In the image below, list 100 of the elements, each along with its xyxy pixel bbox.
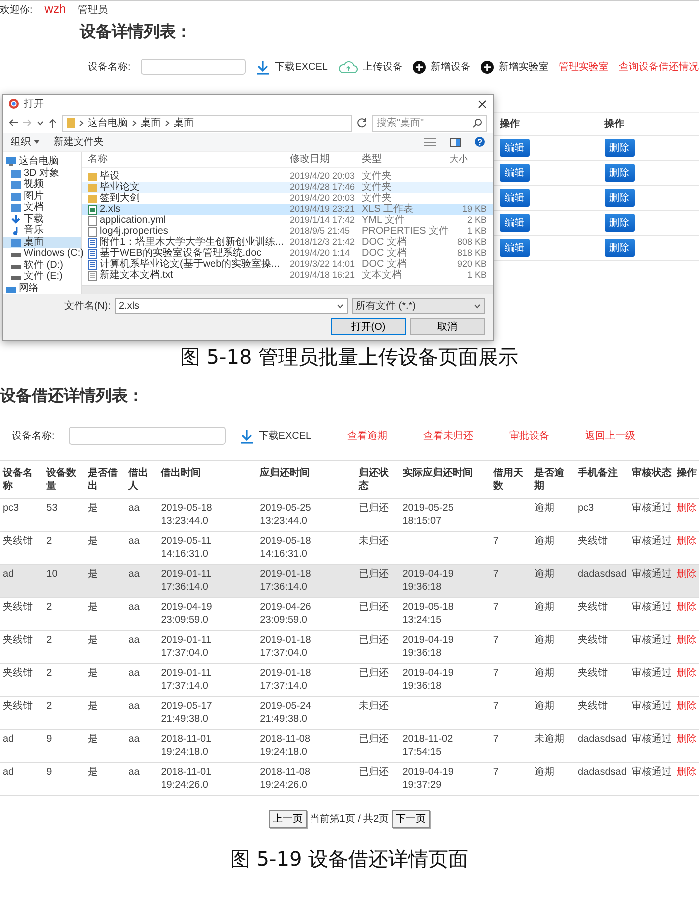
caret-icon bbox=[34, 140, 40, 144]
sidebar-item[interactable]: 网络 bbox=[3, 282, 81, 294]
sidebar-item[interactable]: 这台电脑 bbox=[3, 156, 81, 168]
nav-link[interactable]: 管理实验室 bbox=[559, 60, 609, 74]
delete-link[interactable]: 删除 bbox=[674, 664, 699, 696]
delete-button[interactable]: 删除 bbox=[604, 139, 634, 157]
caret-icon[interactable] bbox=[37, 120, 44, 126]
download-link[interactable]: 下载EXCEL bbox=[258, 429, 312, 443]
file-size: 920 KB bbox=[457, 259, 487, 269]
file-row[interactable]: 毕业论文 2019/4/28 17:46 文件夹 bbox=[82, 182, 493, 193]
table-cell: aa bbox=[126, 696, 158, 730]
close-icon[interactable] bbox=[478, 100, 487, 108]
nav-link[interactable]: 查询设备借还情况 bbox=[619, 60, 699, 74]
file-row[interactable]: application.yml 2019/1/14 17:42 YML 文件 2 KB bbox=[82, 215, 493, 226]
edit-button[interactable]: 编辑 bbox=[500, 239, 530, 257]
download-link[interactable]: 下载EXCEL bbox=[275, 60, 328, 74]
sidebar-item[interactable]: 桌面 bbox=[3, 236, 81, 248]
table-cell: dadasdsad bbox=[574, 730, 629, 762]
add-link[interactable]: 新增设备 bbox=[431, 60, 471, 74]
address-bar[interactable]: 这台电脑 桌面 桌面 bbox=[62, 114, 352, 132]
table-cell: 是 bbox=[84, 696, 126, 730]
file-row[interactable]: 2.xls 2019/4/19 23:21 XLS 工作表 19 KB bbox=[82, 204, 493, 215]
sidebar-item[interactable]: 软件 (D:) bbox=[3, 260, 81, 271]
toolbar-button[interactable]: 组织 bbox=[11, 135, 31, 149]
add-link[interactable]: 新增实验室 bbox=[499, 60, 549, 74]
sidebar-item[interactable]: 文档 bbox=[3, 202, 81, 214]
file-date: 2019/1/14 17:42 bbox=[290, 215, 356, 226]
column-header: 借用天数 bbox=[490, 460, 532, 498]
open-button[interactable]: 打开(O) bbox=[331, 318, 406, 335]
table-cell: 逾期 bbox=[531, 664, 575, 696]
previous-page-button[interactable]: 上一页 bbox=[268, 810, 307, 828]
table-cell: 夹线钳 bbox=[574, 696, 629, 730]
search-field[interactable]: 搜索"桌面" bbox=[372, 114, 487, 132]
plus-circle-icon bbox=[481, 60, 494, 74]
sidebar-item[interactable]: 3D 对象 bbox=[3, 168, 81, 179]
edit-button[interactable]: 编辑 bbox=[500, 189, 530, 207]
delete-link[interactable]: 删除 bbox=[674, 498, 699, 532]
sidebar-item[interactable]: 视频 bbox=[3, 179, 81, 190]
nav-link[interactable]: 返回上一级 bbox=[586, 429, 636, 443]
file-type-dropdown[interactable]: 所有文件 (*.*) bbox=[352, 298, 485, 314]
up-arrow-icon[interactable] bbox=[49, 118, 57, 128]
column-header[interactable]: 修改日期 bbox=[290, 154, 362, 165]
search-field[interactable] bbox=[68, 427, 226, 445]
file-date: 2019/4/20 1:14 bbox=[290, 248, 352, 259]
cancel-button[interactable]: 取消 bbox=[410, 318, 485, 335]
nav-link[interactable]: 审批设备 bbox=[510, 429, 550, 443]
chevron-icon bbox=[165, 120, 170, 126]
delete-button[interactable]: 删除 bbox=[604, 239, 634, 257]
table-cell: 2019-05-17 21:49:38.0 bbox=[158, 696, 258, 730]
path-segment[interactable]: 桌面 bbox=[141, 116, 161, 130]
delete-link[interactable]: 删除 bbox=[674, 696, 699, 730]
delete-link[interactable]: 删除 bbox=[674, 762, 699, 796]
view-options-icon[interactable] bbox=[424, 138, 436, 146]
file-row[interactable]: 签到大剑 2019/4/20 20:03 文件夹 bbox=[82, 193, 493, 204]
file-type: 文件夹 bbox=[362, 182, 393, 193]
delete-link[interactable]: 删除 bbox=[674, 730, 699, 762]
edit-button[interactable]: 编辑 bbox=[500, 139, 530, 157]
back-arrow-icon[interactable] bbox=[9, 119, 18, 127]
nav-link[interactable]: 查看未归还 bbox=[424, 429, 474, 443]
table-cell: 夹线钳 bbox=[0, 630, 44, 664]
table-cell: 7 bbox=[490, 564, 532, 598]
sidebar-item[interactable]: 音乐 bbox=[3, 225, 81, 236]
column-header[interactable]: 大小 bbox=[450, 154, 487, 165]
sidebar-item[interactable]: 图片 bbox=[3, 190, 81, 202]
refresh-icon[interactable] bbox=[357, 118, 367, 128]
search-field[interactable] bbox=[140, 59, 246, 75]
file-name-field[interactable]: 2.xls bbox=[115, 298, 348, 314]
nav-link[interactable]: 查看逾期 bbox=[348, 429, 388, 443]
scrollbar[interactable] bbox=[82, 285, 493, 294]
preview-pane-icon[interactable] bbox=[450, 138, 461, 146]
file-row[interactable]: log4j.properties 2018/9/5 21:45 PROPERTIES 文件 1 KB bbox=[82, 226, 493, 237]
table-cell: 是 bbox=[84, 630, 126, 664]
file-row[interactable]: 毕设 2019/4/20 20:03 文件夹 bbox=[82, 171, 493, 182]
file-row[interactable]: 附件1：塔里木大学大学生创新创业训练... 2018/12/3 21:42 DOC 文档 808 KB bbox=[82, 237, 493, 248]
column-header[interactable]: 类型 bbox=[362, 154, 450, 165]
delete-button[interactable]: 删除 bbox=[604, 214, 634, 232]
next-page-button[interactable]: 下一页 bbox=[392, 810, 430, 828]
edit-button[interactable]: 编辑 bbox=[500, 214, 530, 232]
upload-link[interactable]: 上传设备 bbox=[363, 60, 403, 74]
table-cell: 已归还 bbox=[356, 630, 400, 664]
file-row[interactable]: 基于WEB的实验室设备管理系统.doc 2019/4/20 1:14 DOC 文档 818 KB bbox=[82, 248, 493, 259]
sidebar-item[interactable]: Windows (C:) bbox=[3, 248, 81, 260]
delete-button[interactable]: 删除 bbox=[604, 189, 634, 207]
delete-button[interactable]: 删除 bbox=[604, 164, 634, 182]
toolbar-button[interactable]: 新建文件夹 bbox=[54, 135, 104, 149]
delete-link[interactable]: 删除 bbox=[674, 630, 699, 664]
delete-link[interactable]: 删除 bbox=[674, 598, 699, 630]
sidebar-item[interactable]: 文件 (E:) bbox=[3, 271, 81, 282]
edit-button[interactable]: 编辑 bbox=[500, 164, 530, 182]
column-header[interactable]: 名称 bbox=[88, 154, 290, 165]
sidebar-item[interactable]: 下载 bbox=[3, 214, 81, 225]
path-segment[interactable]: 桌面 bbox=[174, 116, 194, 130]
file-name: 毕业论文 bbox=[100, 182, 140, 193]
help-icon[interactable] bbox=[475, 137, 485, 147]
file-row[interactable]: 新建文本文档.txt 2019/4/18 16:21 文本文档 1 KB bbox=[82, 270, 493, 281]
file-row[interactable]: 计算机系毕业论文(基于web的实验室操... 2019/3/22 14:01 DOC 文档 920 KB bbox=[82, 259, 493, 270]
document-icon bbox=[88, 238, 97, 248]
path-segment[interactable]: 这台电脑 bbox=[88, 116, 128, 130]
column-header: 实际应归还时间 bbox=[400, 460, 490, 498]
file-type: 文件夹 bbox=[362, 193, 393, 204]
